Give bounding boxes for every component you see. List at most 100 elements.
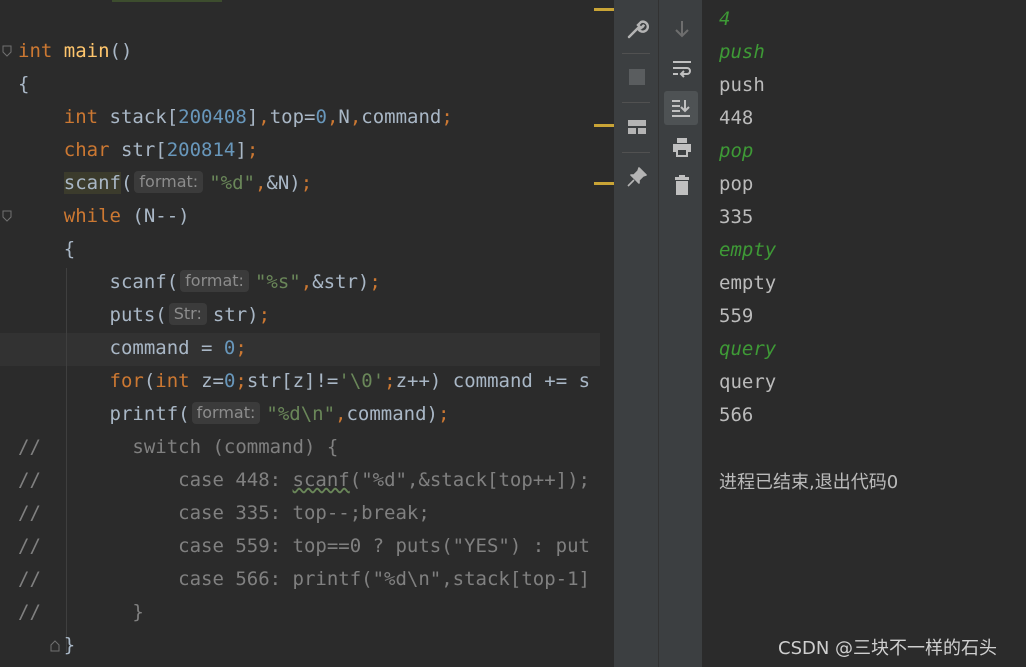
- code-token: ,: [300, 271, 313, 293]
- fold-marker-icon[interactable]: [2, 45, 12, 57]
- toolbar-separator: [622, 102, 650, 103]
- code-token: (: [120, 172, 133, 194]
- exit-message: 进程已结束,退出代码0: [719, 472, 899, 493]
- code-line[interactable]: scanf(format: "%s",&str);: [18, 266, 381, 299]
- code-token: // case 335: top--;break;: [18, 502, 430, 524]
- code-line[interactable]: for(int z=0;str[z]!='\0';z++) command +=…: [18, 365, 591, 398]
- code-token: top=: [269, 106, 316, 128]
- console-output-line: pop: [719, 173, 754, 195]
- code-token: (N--): [120, 205, 190, 227]
- code-line[interactable]: printf(format: "%d\n",command);: [18, 398, 449, 431]
- code-token: z++) command += s: [395, 370, 591, 392]
- layout-icon[interactable]: [624, 114, 650, 140]
- code-line[interactable]: while (N--): [18, 200, 190, 233]
- code-token: (: [143, 370, 156, 392]
- scroll-highlight-mark: [112, 0, 222, 2]
- console-output-line: 335: [719, 206, 754, 228]
- watermark: CSDN @三块不一样的石头: [778, 638, 998, 659]
- print-icon[interactable]: [669, 134, 695, 160]
- scroll-to-end-icon[interactable]: [664, 91, 698, 125]
- code-token: &str): [312, 271, 370, 293]
- code-line[interactable]: // case 566: printf("%d\n",stack[top-1]: [18, 563, 590, 596]
- code-token: // switch (command) {: [18, 436, 339, 458]
- code-token: ,: [335, 403, 347, 425]
- code-token: int: [18, 40, 53, 62]
- code-line[interactable]: // case 559: top==0 ? puts("YES") : put: [18, 530, 590, 563]
- code-token: N: [338, 106, 350, 128]
- code-token: scanf: [63, 172, 121, 194]
- code-token: str[z]!=: [246, 370, 339, 392]
- code-token: '\0': [338, 370, 385, 392]
- stop-icon[interactable]: [624, 64, 650, 90]
- toolbar-separator: [622, 53, 650, 54]
- console-output-line: push: [719, 74, 765, 96]
- code-editor[interactable]: int main(){ int stack[200408],top=0,N,co…: [0, 0, 614, 667]
- code-token: command: [361, 106, 442, 128]
- code-token: ;: [300, 172, 313, 194]
- code-token: ;: [437, 403, 450, 425]
- warning-marker[interactable]: [594, 182, 614, 185]
- code-token: ;: [384, 370, 396, 392]
- fold-marker-icon[interactable]: [2, 210, 12, 222]
- code-token: int: [155, 370, 190, 392]
- toolbar-separator: [622, 152, 650, 153]
- code-line[interactable]: // case 448: scanf("%d",&stack[top++]);: [18, 464, 590, 497]
- code-token: ("%d",&stack[top++]);: [349, 469, 590, 491]
- arrow-down-icon[interactable]: [669, 16, 695, 42]
- code-line[interactable]: int main(): [18, 35, 132, 68]
- code-token: }: [18, 634, 76, 656]
- code-line[interactable]: // switch (command) {: [18, 431, 338, 464]
- editor-scrollbar[interactable]: [600, 0, 614, 667]
- console-output-line: 566: [719, 404, 754, 426]
- wrench-icon[interactable]: [624, 16, 650, 42]
- soft-wrap-icon[interactable]: [669, 56, 695, 82]
- code-token: // case 566: printf("%d\n",stack[top-1]: [18, 568, 590, 590]
- warning-marker[interactable]: [594, 8, 614, 11]
- console-output[interactable]: 4 push push 448 pop pop 335 empty empty 559 query q…: [702, 0, 1026, 667]
- code-token: ,: [349, 106, 362, 128]
- code-token: 0: [315, 106, 327, 128]
- code-token: "%s": [254, 271, 301, 293]
- code-token: ;: [369, 271, 381, 293]
- console-output-line: 448: [719, 107, 754, 129]
- parameter-hint: format:: [134, 171, 204, 193]
- code-line[interactable]: int stack[200408],top=0,N,command;: [18, 101, 453, 134]
- run-toolbar: [614, 0, 658, 667]
- code-token: &N): [266, 172, 301, 194]
- code-token: while: [63, 205, 121, 227]
- code-line[interactable]: {: [18, 233, 75, 266]
- code-token: for: [109, 370, 144, 392]
- code-token: ;: [258, 304, 271, 326]
- code-line[interactable]: // case 335: top--;break;: [18, 497, 430, 530]
- code-token: stack[: [98, 106, 179, 128]
- code-line[interactable]: {: [18, 68, 29, 101]
- code-token: "%d\n": [266, 403, 336, 425]
- code-token: puts(: [18, 304, 167, 326]
- parameter-hint: format:: [180, 270, 249, 292]
- pin-icon[interactable]: [624, 164, 650, 190]
- fold-end-marker-icon[interactable]: [50, 640, 60, 652]
- trash-icon[interactable]: [669, 172, 695, 198]
- code-line[interactable]: // }: [18, 596, 144, 629]
- code-token: scanf: [292, 469, 350, 491]
- code-line[interactable]: command = 0;: [18, 332, 247, 365]
- code-token: ]: [235, 139, 247, 161]
- code-token: ,: [258, 106, 270, 128]
- console-input-line: empty: [719, 239, 777, 261]
- parameter-hint: Str:: [168, 303, 207, 325]
- code-line[interactable]: char str[200814];: [18, 134, 259, 167]
- code-token: // case 448:: [18, 469, 293, 491]
- code-token: command =: [18, 337, 224, 359]
- parameter-hint: format:: [191, 402, 261, 424]
- console-output-line: empty: [719, 272, 777, 294]
- console-input-line: 4: [719, 8, 731, 30]
- code-line[interactable]: scanf(format: "%d",&N);: [18, 167, 312, 200]
- code-line[interactable]: puts(Str: str);: [18, 299, 270, 332]
- code-token: 200814: [166, 139, 236, 161]
- code-token: command): [346, 403, 438, 425]
- code-token: printf(: [18, 403, 190, 425]
- code-line[interactable]: }: [18, 629, 75, 662]
- warning-marker[interactable]: [594, 124, 614, 127]
